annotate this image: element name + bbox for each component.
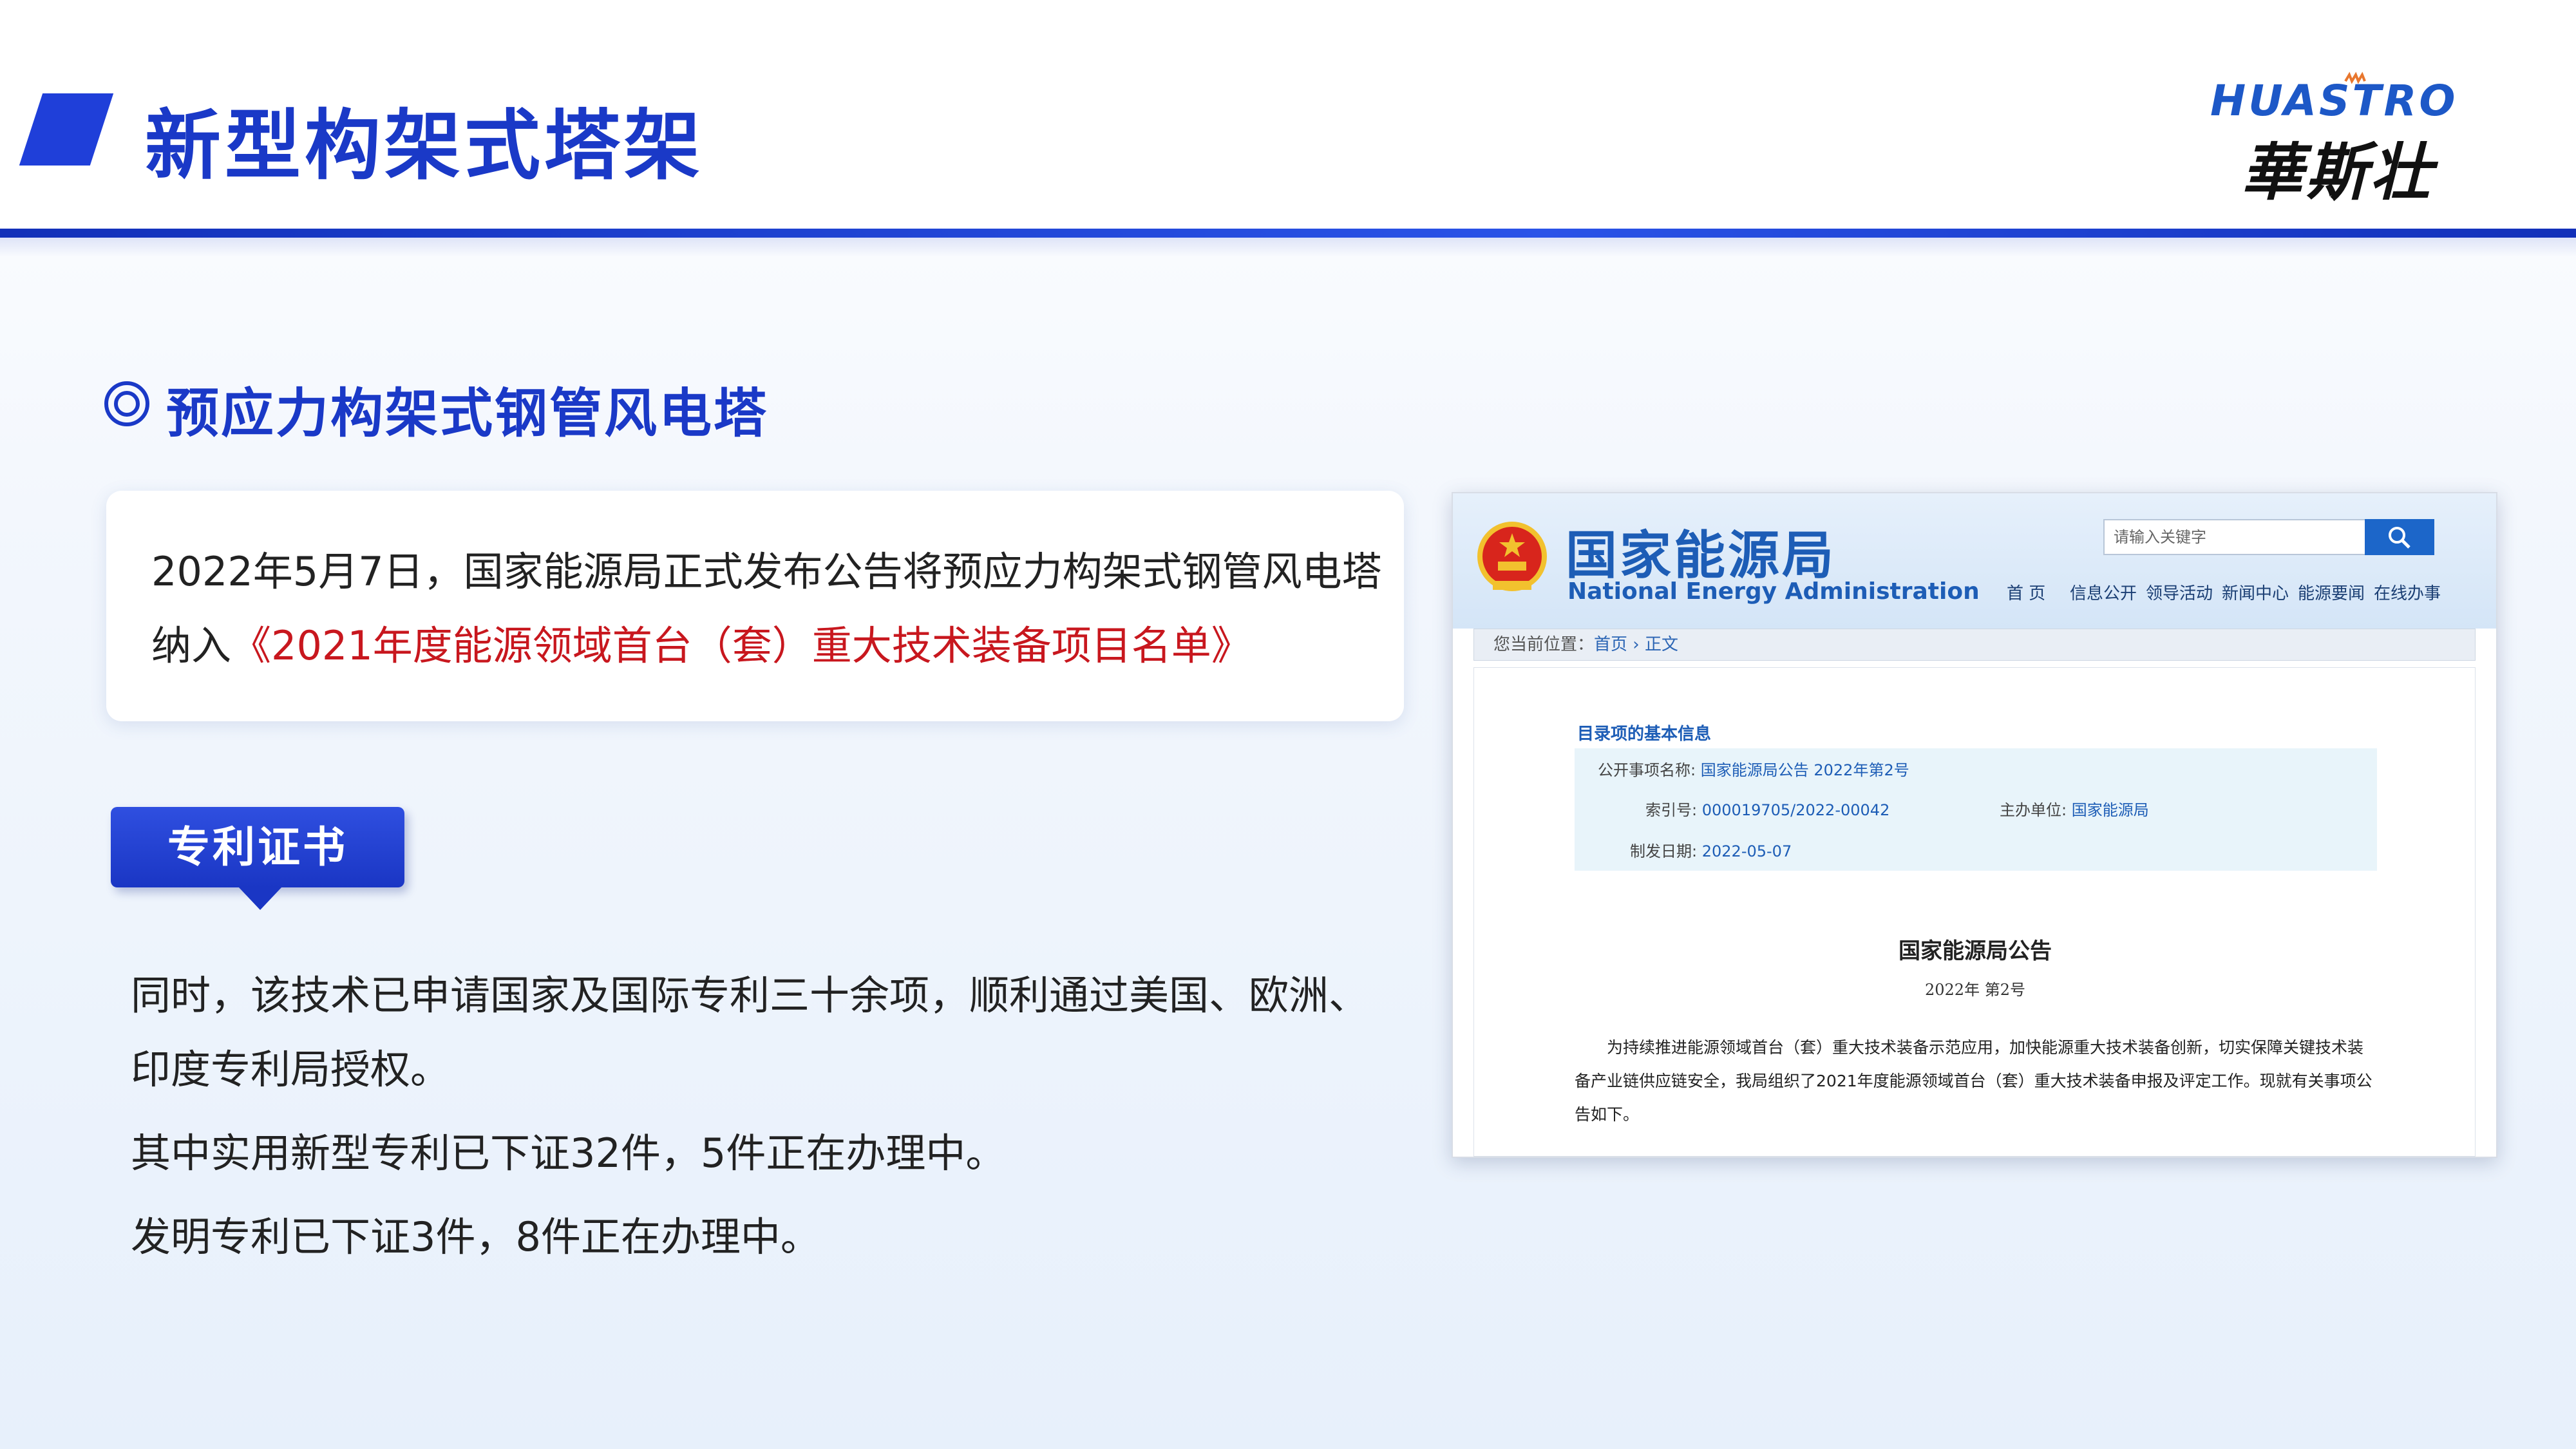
document-content: 目录项的基本信息 公开事项名称: 国家能源局公告 2022年第2号 索引号: 0… xyxy=(1473,667,2476,1157)
header-divider-shadow xyxy=(0,238,2576,257)
info-row-index: 索引号: 000019705/2022-00042 xyxy=(1645,797,1889,820)
nea-nav-home[interactable]: 首 页 xyxy=(2007,580,2045,604)
intro-line-1: 2022年5月7日，国家能源局正式发布公告将预应力构架式钢管风电塔 xyxy=(151,548,1382,595)
patent-para-1-line-2: 印度专利局授权。 xyxy=(131,1046,451,1093)
header-divider xyxy=(0,229,2576,238)
document-body-line-1: 为持续推进能源领域首台（套）重大技术装备示范应用，加快能源重大技术装备创新，切实… xyxy=(1575,1038,2364,1057)
document-title: 国家能源局公告 xyxy=(1899,938,2052,964)
search-icon xyxy=(2389,527,2410,549)
info-value: 000019705/2022-00042 xyxy=(1701,801,1890,819)
patent-tag: 专利证书 xyxy=(111,807,404,887)
nea-site-name-cn: 国家能源局 xyxy=(1566,526,1836,585)
info-key: 索引号: xyxy=(1645,801,1698,819)
header-bar: 新型构架式塔架 HUASTRO 華斯壮 xyxy=(0,0,2576,229)
info-section-title: 目录项的基本信息 xyxy=(1577,724,1712,744)
nea-nav-info-public[interactable]: 信息公开 xyxy=(2070,580,2137,604)
intro-line-2: 纳入《2021年度能源领域首台（套）重大技术装备项目名单》 xyxy=(151,613,1251,671)
document-body-line-3: 告如下。 xyxy=(1575,1105,1640,1124)
nea-announcement-screenshot: 国家能源局 National Energy Administration 请输入… xyxy=(1452,492,2497,1158)
company-logo-cn: 華斯壮 xyxy=(2241,136,2434,209)
info-value: 国家能源局公告 2022年第2号 xyxy=(1700,761,1909,779)
info-key: 主办单位: xyxy=(2000,801,2067,819)
patent-para-1-line-1: 同时，该技术已申请国家及国际专利三十余项，顺利通过美国、欧洲、 xyxy=(131,972,1369,1019)
patent-para-3: 发明专利已下证3件，8件正在办理中。 xyxy=(131,1213,820,1260)
info-table: 公开事项名称: 国家能源局公告 2022年第2号 索引号: 000019705/… xyxy=(1575,748,2377,871)
nea-nav-leaders[interactable]: 领导活动 xyxy=(2146,580,2213,604)
page-title: 新型构架式塔架 xyxy=(145,101,705,190)
info-row-date: 制发日期: 2022-05-07 xyxy=(1630,838,1792,861)
info-key: 公开事项名称: xyxy=(1598,761,1696,779)
info-value: 2022-05-07 xyxy=(1701,842,1792,860)
document-number: 2022年 第2号 xyxy=(1925,981,2025,999)
intro-prefix: 纳入 xyxy=(151,622,232,669)
document-body-line-2: 备产业链供应链安全，我局组织了2021年度能源领域首台（套）重大技术装备申报及评… xyxy=(1575,1072,2372,1090)
company-logo-en: HUASTRO xyxy=(2210,76,2458,126)
patent-para-2: 其中实用新型专利已下证32件，5件正在办理中。 xyxy=(131,1130,1006,1177)
nea-search-input[interactable]: 请输入关键字 xyxy=(2103,519,2366,555)
breadcrumb: 您当前位置：首页 › 正文 xyxy=(1473,629,2476,661)
nea-site-name-en: National Energy Administration xyxy=(1567,578,1980,605)
nea-site-header: 国家能源局 National Energy Administration 请输入… xyxy=(1453,493,2496,629)
national-emblem-icon xyxy=(1477,522,1547,591)
info-row-item-name: 公开事项名称: 国家能源局公告 2022年第2号 xyxy=(1598,757,1909,780)
nea-nav-energy-news[interactable]: 能源要闻 xyxy=(2298,580,2365,604)
nea-nav-news[interactable]: 新闻中心 xyxy=(2222,580,2289,604)
info-value: 国家能源局 xyxy=(2071,801,2149,819)
intro-card: 2022年5月7日，国家能源局正式发布公告将预应力构架式钢管风电塔 纳入《202… xyxy=(106,491,1404,721)
breadcrumb-label: 您当前位置： xyxy=(1493,635,1595,654)
project-list-title: 《2021年度能源领域首台（套）重大技术装备项目名单》 xyxy=(231,622,1251,669)
section-title: 预应力构架式钢管风电塔 xyxy=(166,383,769,444)
nea-nav-online-service[interactable]: 在线办事 xyxy=(2374,580,2441,604)
breadcrumb-links[interactable]: 首页 › 正文 xyxy=(1594,635,1678,654)
info-key: 制发日期: xyxy=(1630,842,1698,860)
patent-tag-pointer xyxy=(238,887,282,910)
double-circle-icon xyxy=(104,381,149,426)
info-row-publisher: 主办单位: 国家能源局 xyxy=(2000,797,2149,820)
title-accent-shape xyxy=(19,93,114,166)
nea-search-button[interactable] xyxy=(2365,519,2434,555)
